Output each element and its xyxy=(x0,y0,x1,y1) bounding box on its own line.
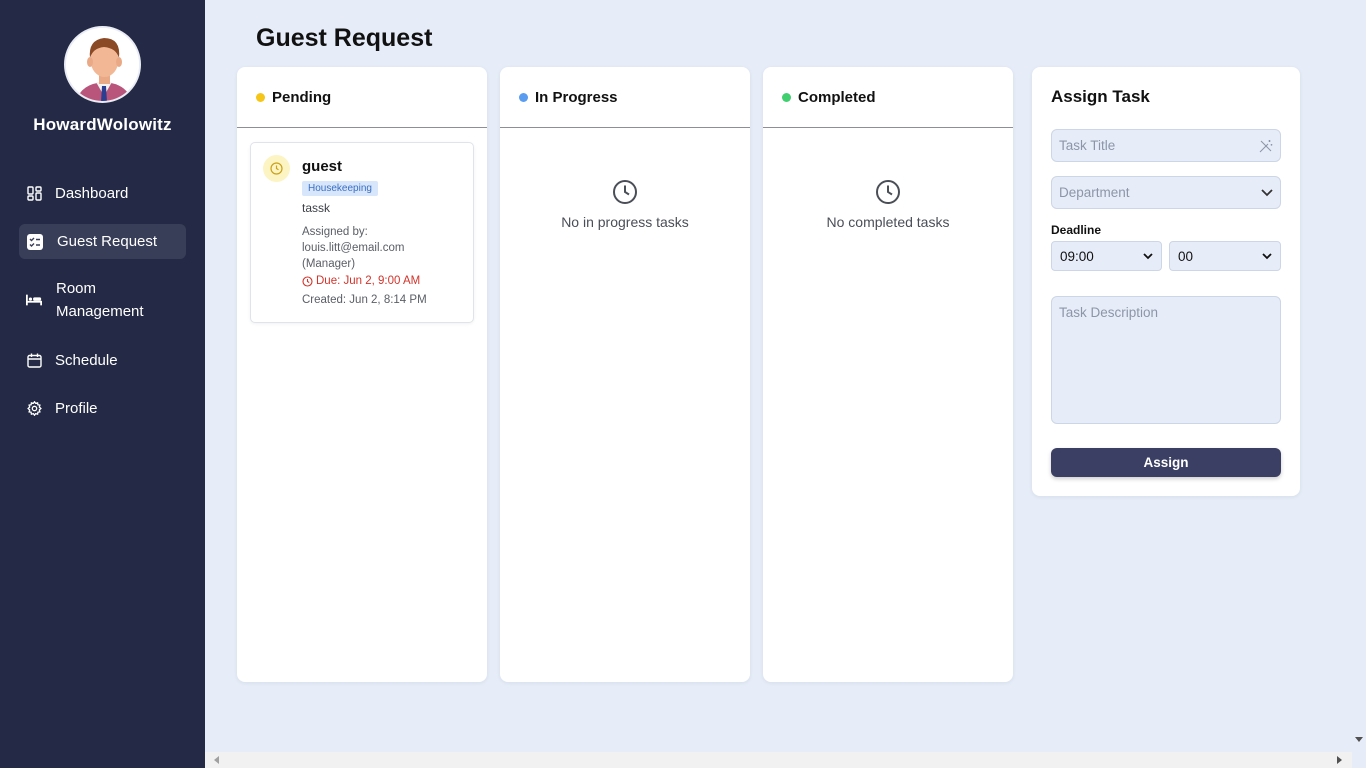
task-title: guest xyxy=(302,158,343,175)
minute-select[interactable]: 00 xyxy=(1169,241,1281,271)
completed-empty-state: No completed tasks xyxy=(763,179,1013,230)
nav-label: Profile xyxy=(55,399,98,417)
nav-label: Room Management xyxy=(56,280,144,320)
due-clock-icon xyxy=(302,275,313,287)
bed-icon xyxy=(26,292,42,308)
task-title-placeholder: Task Title xyxy=(1059,138,1116,153)
horizontal-scrollbar[interactable] xyxy=(205,752,1352,768)
page-title: Guest Request xyxy=(256,24,433,52)
nav-label: Guest Request xyxy=(57,233,158,250)
hour-select[interactable]: 09:00 xyxy=(1051,241,1162,271)
magic-wand-icon[interactable] xyxy=(1259,139,1273,153)
chevron-down-icon xyxy=(1262,252,1272,259)
minute-value: 00 xyxy=(1178,248,1194,264)
department-placeholder: Department xyxy=(1059,185,1130,200)
pending-column: Pending guest Housekeeping tassk Assigne… xyxy=(237,67,487,682)
assigned-role: (Manager) xyxy=(302,258,356,270)
vertical-scrollbar[interactable] xyxy=(1352,0,1366,768)
pending-header: Pending xyxy=(237,67,487,128)
hour-value: 09:00 xyxy=(1060,248,1094,264)
task-title-input[interactable]: Task Title xyxy=(1051,129,1281,162)
in-progress-status-dot xyxy=(519,92,528,102)
task-description-textarea[interactable]: Task Description xyxy=(1051,296,1281,424)
in-progress-header: In Progress xyxy=(500,67,750,128)
task-card[interactable]: guest Housekeeping tassk Assigned by: lo… xyxy=(250,142,474,323)
clock-icon xyxy=(876,180,900,204)
calendar-icon xyxy=(26,352,42,368)
nav-label: Dashboard xyxy=(55,184,129,202)
nav-label: Schedule xyxy=(55,351,118,369)
nav-item-dashboard[interactable]: Dashboard xyxy=(19,181,186,205)
dashboard-icon xyxy=(26,185,42,201)
clock-icon xyxy=(613,180,637,204)
assign-task-panel: Assign Task Task Title Department Deadli… xyxy=(1032,67,1300,496)
nav-item-profile[interactable]: Profile xyxy=(19,396,186,420)
task-description-placeholder: Task Description xyxy=(1059,305,1159,320)
task-created: Created: Jun 2, 8:14 PM xyxy=(302,294,427,306)
in-progress-empty-state: No in progress tasks xyxy=(500,179,750,230)
completed-header: Completed xyxy=(763,67,1013,128)
man-avatar-icon xyxy=(66,28,139,101)
gear-icon xyxy=(26,400,42,416)
chevron-down-icon xyxy=(1261,188,1273,196)
clock-icon xyxy=(263,155,290,182)
in-progress-title: In Progress xyxy=(535,88,618,106)
username: HowardWolowitz xyxy=(33,115,172,134)
in-progress-column: In Progress No in progress tasks xyxy=(500,67,750,682)
pending-title: Pending xyxy=(272,88,332,106)
completed-column: Completed No completed tasks xyxy=(763,67,1013,682)
due-text: Due: Jun 2, 9:00 AM xyxy=(316,275,421,287)
scroll-left-arrow-icon[interactable] xyxy=(214,756,219,764)
empty-message: No completed tasks xyxy=(826,214,950,230)
checklist-icon xyxy=(27,233,43,250)
completed-title: Completed xyxy=(798,88,876,106)
assign-task-title: Assign Task xyxy=(1051,87,1150,106)
completed-status-dot xyxy=(782,92,791,102)
sidebar: HowardWolowitz Dashboard Guest Request R… xyxy=(0,0,205,768)
department-badge: Housekeeping xyxy=(302,181,378,196)
nav-item-room-management[interactable]: Room Management xyxy=(19,277,186,323)
task-description: tassk xyxy=(302,201,331,215)
task-assigned-by: Assigned by: louis.litt@email.com (Manag… xyxy=(302,224,462,272)
nav-item-guest-request[interactable]: Guest Request xyxy=(19,224,186,259)
empty-message: No in progress tasks xyxy=(561,214,689,230)
scroll-right-arrow-icon[interactable] xyxy=(1337,756,1342,764)
department-select[interactable]: Department xyxy=(1051,176,1281,209)
chevron-down-icon xyxy=(1143,252,1153,259)
user-avatar[interactable] xyxy=(64,26,141,103)
deadline-label: Deadline xyxy=(1051,223,1102,237)
assigned-label: Assigned by: xyxy=(302,226,368,238)
task-due: Due: Jun 2, 9:00 AM xyxy=(302,275,420,287)
assigned-email: louis.litt@email.com xyxy=(302,242,405,254)
assign-button[interactable]: Assign xyxy=(1051,448,1281,477)
pending-status-dot xyxy=(256,92,265,102)
nav-item-schedule[interactable]: Schedule xyxy=(19,348,186,372)
scroll-down-arrow-icon[interactable] xyxy=(1355,737,1363,742)
